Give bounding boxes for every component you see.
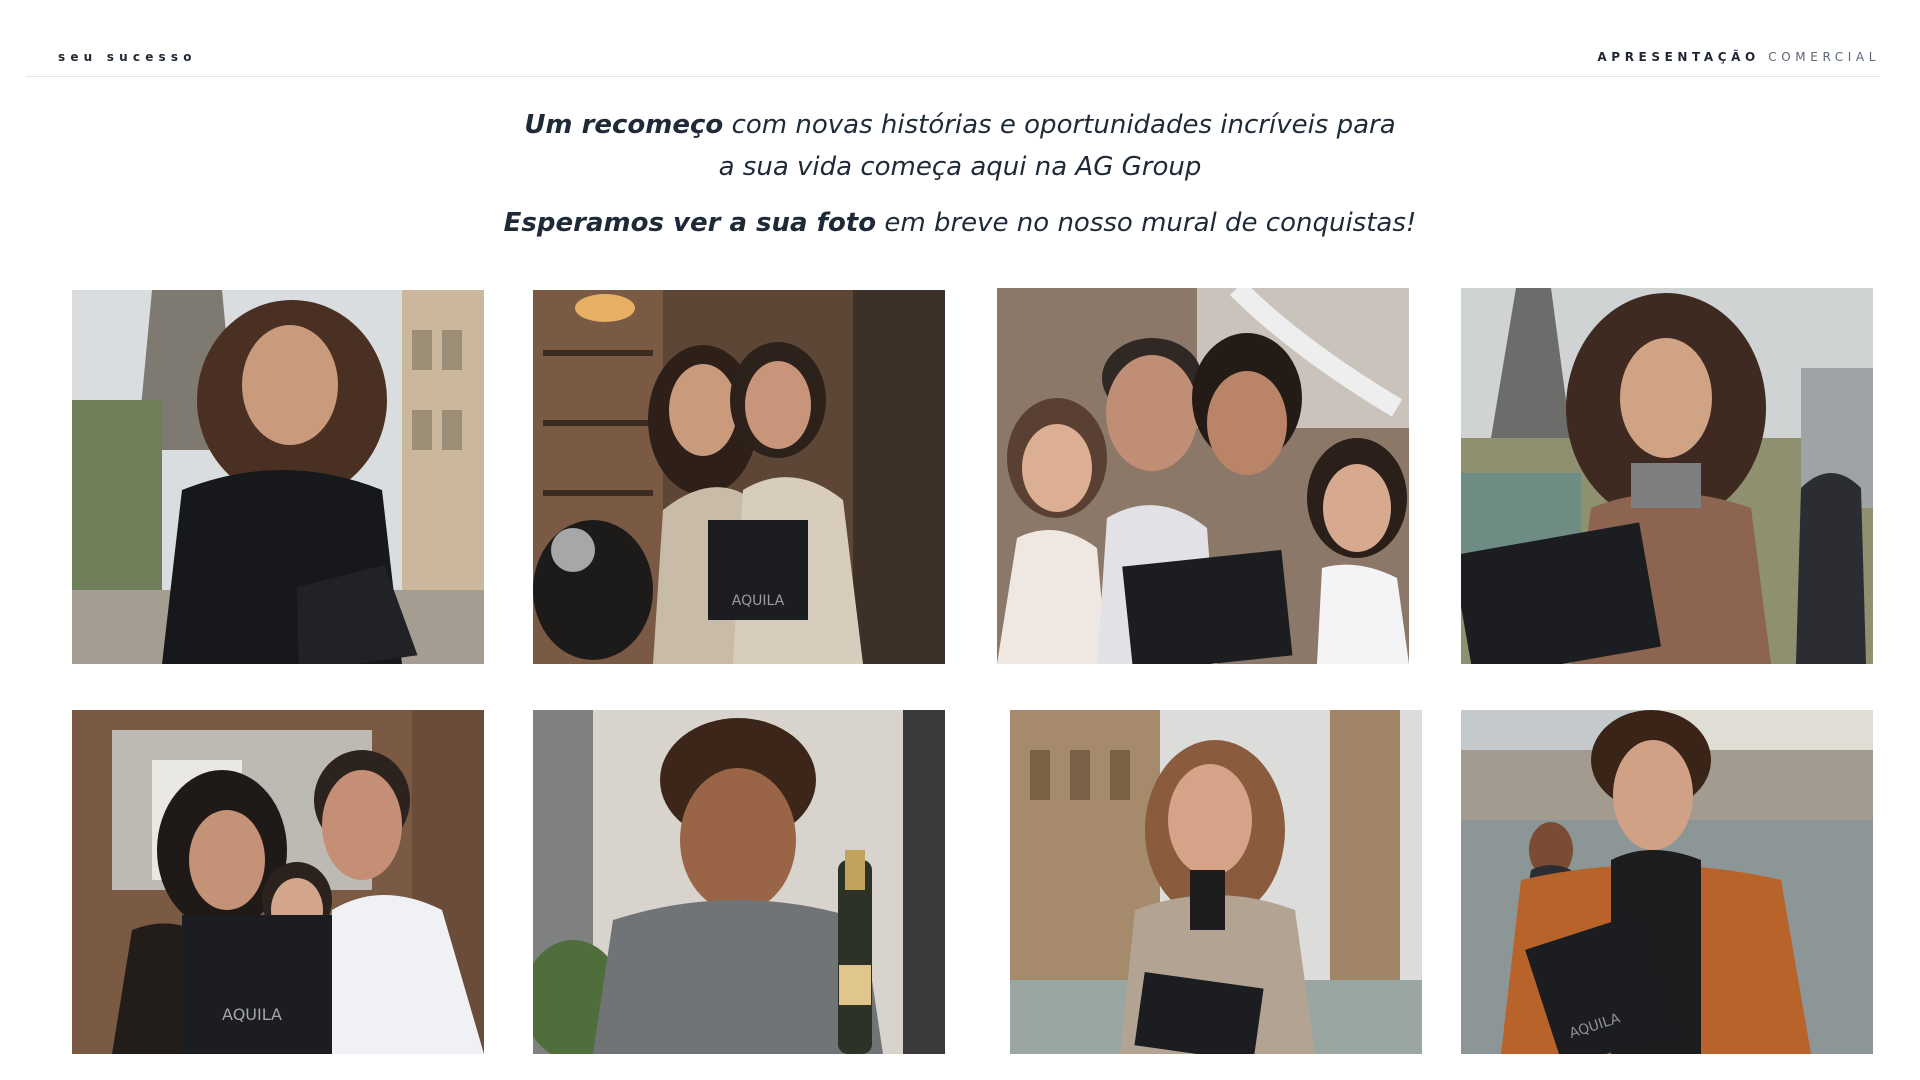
photo-man-river: AQUILA bbox=[1461, 710, 1873, 1054]
photo-woman-paris-park bbox=[1461, 288, 1873, 664]
intro-line-1: Um recomeço com novas histórias e oportu… bbox=[0, 104, 1920, 146]
intro-line-3-bold: Esperamos ver a sua foto bbox=[503, 208, 877, 238]
intro-line-2: a sua vida começa aqui na AG Group bbox=[718, 152, 1202, 182]
photo-family-three: AQUILA bbox=[72, 710, 484, 1054]
photo-man-champagne bbox=[533, 710, 945, 1054]
aquila-folder-text: AQUILA bbox=[732, 593, 785, 609]
photo-woman-eiffel-tower bbox=[72, 290, 484, 664]
intro-line-3-rest: em breve no nosso mural de conquistas! bbox=[884, 208, 1417, 238]
intro-text: Um recomeço com novas histórias e oportu… bbox=[0, 104, 1920, 244]
presentation-label-bold: APRESENTAÇÃO bbox=[1597, 50, 1760, 64]
photo-couple-cafe-scooter: AQUILA bbox=[533, 290, 945, 664]
presentation-label: APRESENTAÇÃO COMERCIAL bbox=[1597, 50, 1880, 64]
intro-line-3: Esperamos ver a sua foto em breve no nos… bbox=[0, 202, 1920, 244]
photo-woman-big-ben bbox=[1010, 710, 1422, 1054]
intro-line-1-rest: com novas histórias e oportunidades incr… bbox=[731, 110, 1396, 140]
section-label: seu sucesso bbox=[58, 50, 197, 64]
photo-family-four bbox=[997, 288, 1409, 664]
intro-line-1-bold: Um recomeço bbox=[524, 110, 724, 140]
header-bar: seu sucesso APRESENTAÇÃO COMERCIAL bbox=[26, 40, 1880, 77]
presentation-label-regular: COMERCIAL bbox=[1768, 50, 1880, 64]
aquila-folder-text: AQUILA bbox=[222, 1005, 282, 1024]
